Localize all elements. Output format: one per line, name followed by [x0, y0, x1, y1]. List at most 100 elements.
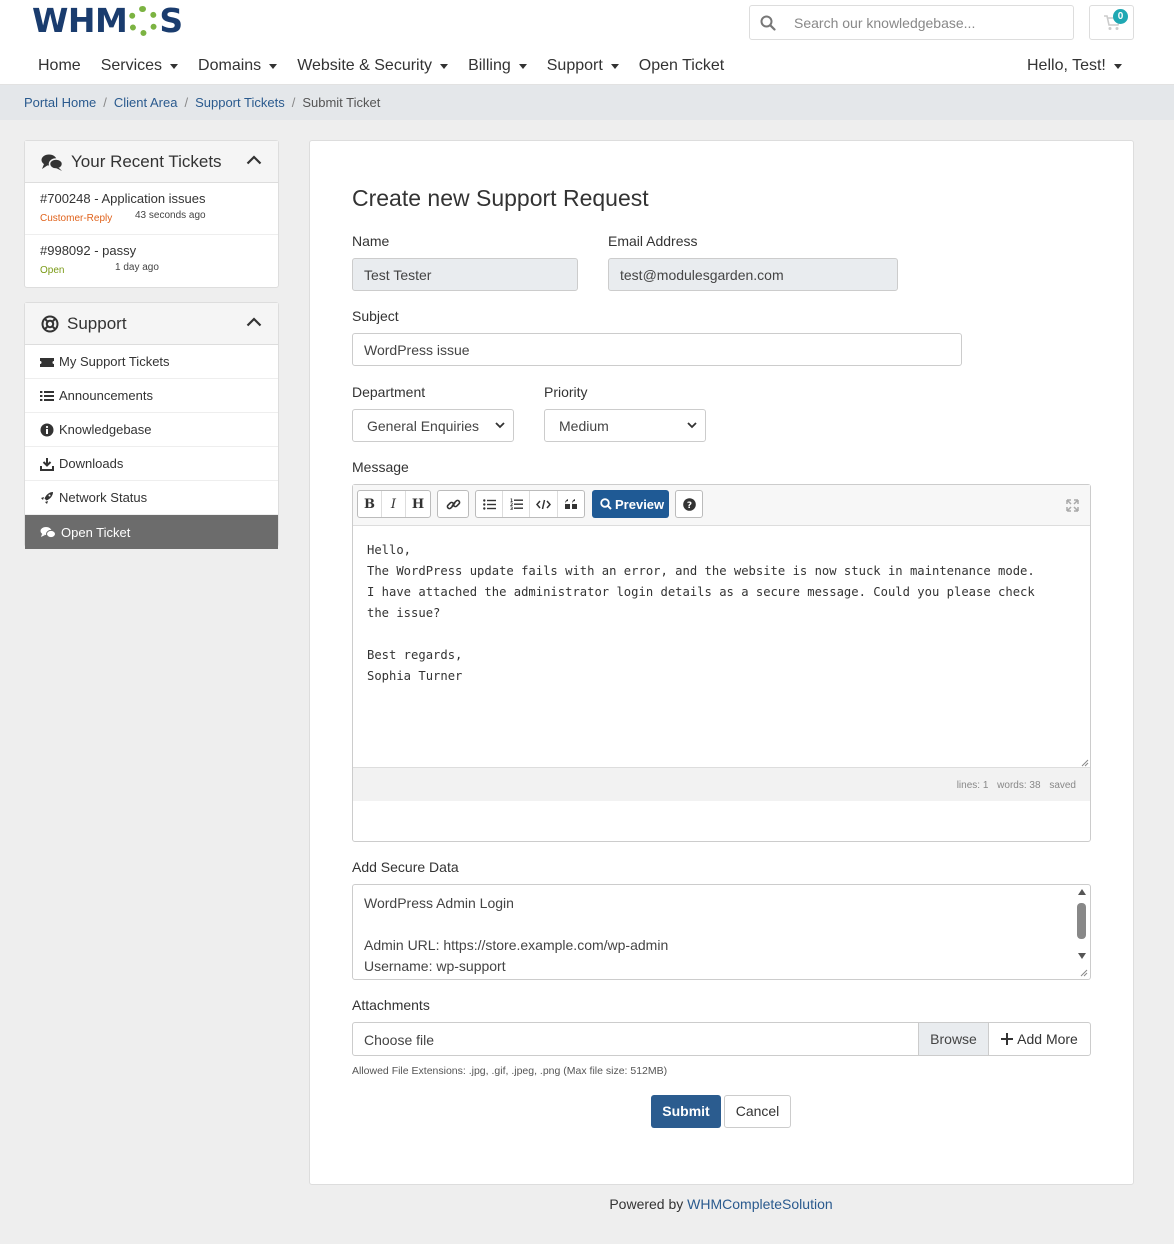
help-button-group: ? [675, 490, 703, 518]
footer: Powered by WHMCompleteSolution [0, 1196, 1174, 1212]
chevron-down-icon [495, 422, 505, 429]
nav-open-ticket[interactable]: Open Ticket [629, 57, 734, 75]
caret-down-icon [269, 63, 278, 69]
breadcrumb-separator: / [103, 95, 107, 110]
resize-handle-icon[interactable] [1080, 969, 1088, 977]
italic-button[interactable]: I [382, 491, 406, 517]
file-attachment-input[interactable]: Choose file Browse Add More [352, 1022, 1091, 1056]
support-menu-header[interactable]: Support [25, 303, 278, 345]
allowed-extensions-help: Allowed File Extensions: .jpg, .gif, .jp… [352, 1065, 668, 1077]
link-icon [446, 499, 460, 509]
scroll-down-arrow-icon[interactable] [1078, 953, 1086, 959]
sidebar-item-label: Announcements [59, 388, 153, 403]
link-button[interactable] [438, 491, 468, 517]
priority-select[interactable]: Medium [544, 409, 706, 442]
comments-icon [40, 526, 56, 538]
whmcs-logo[interactable]: WHM S [32, 1, 183, 40]
breadcrumb-current: Submit Ticket [302, 95, 381, 110]
support-menu-title: Support [67, 313, 127, 333]
code-icon [536, 499, 551, 509]
svg-text:3: 3 [510, 506, 513, 510]
choose-file-text: Choose file [364, 1032, 435, 1048]
heading-button[interactable]: H [406, 491, 430, 517]
heading-icon: H [411, 496, 425, 512]
chevron-up-icon[interactable] [246, 155, 262, 165]
scroll-up-arrow-icon[interactable] [1078, 889, 1086, 895]
sidebar-item-announcements[interactable]: Announcements [25, 379, 278, 413]
sidebar-item-label: Network Status [59, 490, 148, 505]
browse-button[interactable]: Browse [918, 1023, 988, 1055]
breadcrumb-client-area[interactable]: Client Area [114, 95, 178, 110]
cart-button[interactable]: 0 [1089, 5, 1134, 40]
nav-label: Open Ticket [638, 57, 725, 74]
secure-data-label: Add Secure Data [352, 859, 459, 875]
ticket-time: 1 day ago [115, 262, 159, 273]
department-selected-value: General Enquiries [367, 418, 480, 434]
caret-down-icon [518, 63, 527, 69]
search-icon [600, 498, 612, 510]
sidebar-item-my-support-tickets[interactable]: My Support Tickets [25, 345, 278, 379]
email-label: Email Address [608, 233, 698, 249]
scroll-thumb[interactable] [1077, 903, 1086, 939]
chevron-up-icon[interactable] [246, 317, 262, 327]
whmcs-footer-link[interactable]: WHMCompleteSolution [687, 1196, 833, 1212]
nav-domains[interactable]: Domains [188, 57, 287, 75]
quote-button[interactable] [558, 491, 584, 517]
priority-label: Priority [544, 384, 588, 400]
cancel-button[interactable]: Cancel [724, 1095, 791, 1128]
recent-tickets-header[interactable]: Your Recent Tickets [25, 141, 278, 183]
priority-selected-value: Medium [559, 418, 609, 434]
sidebar-item-knowledgebase[interactable]: Knowledgebase [25, 413, 278, 447]
fullscreen-icon[interactable] [1066, 499, 1079, 512]
add-more-label: Add More [1017, 1031, 1078, 1047]
sidebar-item-network-status[interactable]: Network Status [25, 481, 278, 515]
editor-toolbar: B I H 123 Preview ? [353, 485, 1090, 526]
recent-ticket-item[interactable]: #998092 - passy Open 1 day ago [25, 235, 278, 287]
department-select[interactable]: General Enquiries [352, 409, 514, 442]
block-button-group: 123 [475, 490, 585, 518]
sidebar-item-label: Open Ticket [61, 524, 131, 540]
breadcrumb-support-tickets[interactable]: Support Tickets [195, 95, 285, 110]
caret-down-icon [440, 63, 449, 69]
caret-down-icon [170, 63, 179, 69]
user-menu[interactable]: Hello, Test! [1027, 50, 1122, 82]
nav-support[interactable]: Support [537, 57, 629, 75]
nav-billing[interactable]: Billing [458, 57, 537, 75]
message-textarea[interactable]: Hello, The WordPress update fails with a… [367, 540, 1077, 687]
help-button[interactable]: ? [676, 491, 702, 517]
submit-button[interactable]: Submit [651, 1095, 721, 1128]
recent-ticket-item[interactable]: #700248 - Application issues Customer-Re… [25, 183, 278, 235]
message-editor: B I H 123 Preview ? Hello, The WordPress… [352, 484, 1091, 842]
chevron-down-icon [687, 422, 697, 429]
email-field[interactable]: test@modulesgarden.com [608, 258, 898, 291]
nav-services[interactable]: Services [91, 57, 188, 75]
nav-home[interactable]: Home [28, 57, 91, 75]
list-icon [40, 390, 54, 401]
quote-icon [565, 499, 577, 509]
bold-button[interactable]: B [358, 491, 382, 517]
word-count: words: 38 [997, 780, 1041, 791]
question-circle-icon: ? [682, 497, 696, 511]
secure-data-textarea[interactable]: WordPress Admin Login Admin URL: https:/… [352, 884, 1091, 980]
attachments-label: Attachments [352, 997, 430, 1013]
search-icon [760, 15, 776, 31]
breadcrumb-portal-home[interactable]: Portal Home [24, 95, 96, 110]
name-field[interactable]: Test Tester [352, 258, 578, 291]
download-icon [40, 457, 54, 471]
main-nav: Home Services Domains Website & Security… [28, 50, 734, 82]
secure-data-scrollbar[interactable] [1076, 887, 1088, 977]
ticket-time: 43 seconds ago [135, 210, 206, 221]
subject-input[interactable]: WordPress issue [352, 333, 962, 366]
resize-handle-icon[interactable] [1081, 759, 1089, 767]
sidebar-item-downloads[interactable]: Downloads [25, 447, 278, 481]
knowledgebase-search-input[interactable]: Search our knowledgebase... [749, 5, 1074, 40]
code-button[interactable] [530, 491, 558, 517]
ticket-status: Open [40, 265, 65, 276]
sidebar-item-open-ticket[interactable]: Open Ticket [25, 515, 278, 549]
unordered-list-button[interactable] [476, 491, 503, 517]
add-more-button[interactable]: Add More [988, 1023, 1090, 1055]
preview-button[interactable]: Preview [592, 490, 669, 518]
nav-website-security[interactable]: Website & Security [287, 57, 458, 75]
ordered-list-button[interactable]: 123 [503, 491, 530, 517]
line-count: lines: 1 [956, 780, 989, 791]
